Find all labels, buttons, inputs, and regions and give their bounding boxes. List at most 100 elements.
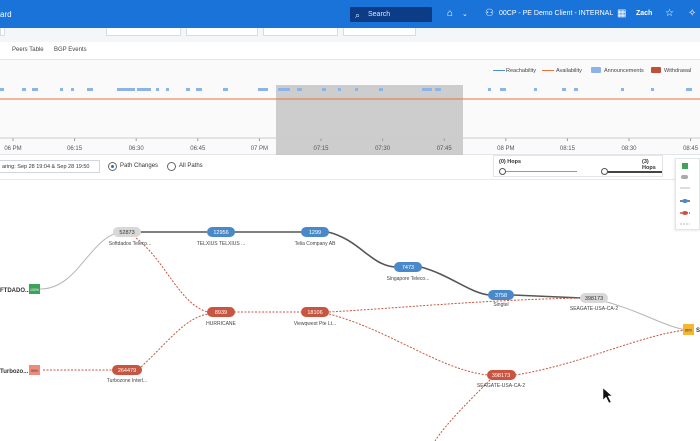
svg-text:SEAGATE-USA-CA-2: SEAGATE-USA-CA-2 bbox=[570, 306, 618, 312]
as-node[interactable]: 398173 SEAGATE-USA-CA-2 bbox=[477, 370, 525, 389]
tab-peers-table[interactable]: Peers Table bbox=[12, 47, 44, 53]
announcement-marker bbox=[186, 88, 190, 91]
legend-node-swatch bbox=[681, 175, 688, 179]
edge-1299-7473 bbox=[327, 231, 396, 268]
graph-edges bbox=[38, 231, 687, 441]
svg-text:HURRICANE: HURRICANE bbox=[206, 321, 236, 327]
org-user-icon: ⚇ bbox=[485, 8, 494, 19]
mouse-cursor-icon bbox=[602, 387, 613, 404]
svg-text:Viewqwest Pte Lt...: Viewqwest Pte Lt... bbox=[294, 321, 336, 327]
legend-source-swatch bbox=[682, 163, 688, 169]
path-changes-label[interactable]: Path Changes bbox=[120, 163, 158, 169]
svg-text:52873: 52873 bbox=[119, 230, 134, 236]
announcement-marker bbox=[379, 88, 383, 91]
source-badge: 100% bbox=[30, 288, 39, 292]
time-tick-label: 07 PM bbox=[251, 146, 268, 152]
svg-text:Singtel: Singtel bbox=[493, 302, 508, 308]
announcement-marker bbox=[137, 88, 151, 91]
svg-text:8939: 8939 bbox=[215, 310, 227, 316]
all-paths-radio[interactable] bbox=[167, 162, 176, 171]
svg-text:Turbozone Interl...: Turbozone Interl... bbox=[107, 378, 147, 384]
announcement-marker bbox=[71, 88, 74, 91]
hops-min-slider-track bbox=[502, 171, 577, 172]
edge-264479-8939 bbox=[140, 313, 209, 368]
announcement-marker bbox=[196, 88, 202, 91]
search-input[interactable]: ⌕ Search bbox=[350, 7, 432, 22]
announcement-marker bbox=[60, 88, 63, 91]
org-selector[interactable]: 00CP - PE Demo Client - INTERNAL bbox=[499, 10, 613, 17]
filter-box[interactable] bbox=[0, 28, 5, 36]
announcement-marker bbox=[621, 88, 624, 91]
time-tick-label: 07:15 bbox=[313, 146, 329, 152]
announcement-marker bbox=[686, 88, 692, 91]
announcement-marker bbox=[355, 88, 358, 91]
search-placeholder: Search bbox=[368, 11, 391, 18]
announcement-marker bbox=[32, 88, 38, 91]
as-node[interactable]: 3758 Singtel bbox=[488, 290, 514, 308]
announcement-marker bbox=[651, 88, 654, 91]
building-icon: ▦ bbox=[617, 8, 627, 19]
time-tick-label: 08 PM bbox=[497, 146, 514, 152]
announcement-marker bbox=[422, 88, 432, 91]
edge-7473-3758 bbox=[420, 266, 490, 296]
top-navigation-bar: ard ⌕ Search ⌂ ⌄ ⚇ 00CP - PE Demo Client… bbox=[0, 0, 700, 28]
announcement-marker bbox=[22, 88, 26, 91]
sparkle-icon[interactable]: ✧ bbox=[688, 8, 696, 19]
user-name[interactable]: Zach bbox=[636, 10, 652, 17]
target-label: S bbox=[696, 328, 700, 334]
svg-text:12956: 12956 bbox=[213, 230, 228, 236]
filter-box[interactable] bbox=[343, 28, 416, 36]
announcement-marker bbox=[562, 88, 566, 91]
star-icon[interactable]: ☆ bbox=[665, 8, 674, 19]
path-changes-radio[interactable] bbox=[108, 162, 117, 171]
announcement-marker bbox=[534, 88, 537, 91]
edge-398173-target bbox=[595, 298, 687, 331]
announcement-marker bbox=[500, 88, 506, 91]
as-node[interactable]: 7473 Singapore Teleco... bbox=[387, 262, 430, 282]
time-selection-window[interactable] bbox=[276, 85, 463, 155]
svg-text:18106: 18106 bbox=[307, 310, 322, 316]
announcement-marker bbox=[297, 88, 302, 91]
filter-box[interactable] bbox=[263, 28, 338, 36]
hops-min-slider-handle[interactable] bbox=[499, 168, 506, 175]
tab-bgp-events[interactable]: BGP Events bbox=[54, 47, 87, 53]
announcement-marker bbox=[435, 88, 441, 91]
svg-text:Telia Company AB: Telia Company AB bbox=[295, 241, 337, 247]
all-paths-label[interactable]: All Paths bbox=[179, 163, 203, 169]
announcement-marker bbox=[117, 88, 135, 91]
announcement-marker bbox=[574, 88, 578, 91]
filter-box[interactable] bbox=[186, 28, 258, 36]
target-badge: 86% bbox=[685, 329, 692, 333]
edge-52873-8939 bbox=[135, 237, 209, 313]
svg-text:3758: 3758 bbox=[495, 293, 507, 299]
as-node[interactable]: 18106 Viewqwest Pte Lt... bbox=[294, 307, 336, 327]
as-node[interactable]: 398173 SEAGATE-USA-CA-2 bbox=[570, 293, 618, 312]
announcement-marker bbox=[322, 88, 326, 91]
filter-box[interactable] bbox=[106, 28, 181, 36]
timeline-chart[interactable]: 06 PM 06:15 06:30 06:45 07 PM 07:15 07:30 07:45… bbox=[0, 60, 700, 155]
brand-title: ard bbox=[0, 10, 12, 19]
svg-text:264479: 264479 bbox=[118, 368, 136, 374]
announcement-marker bbox=[278, 88, 290, 91]
as-node[interactable]: 1299 Telia Company AB bbox=[295, 227, 337, 247]
home-icon[interactable]: ⌂ bbox=[447, 8, 453, 19]
as-node[interactable]: 264479 Turbozone Interl... bbox=[107, 365, 147, 384]
hops-max-slider-handle[interactable] bbox=[601, 168, 608, 175]
as-node[interactable]: 12956 TELXIUS TELXIUS ... bbox=[197, 227, 246, 247]
hops-min-label: (0) Hops bbox=[499, 159, 521, 165]
as-node[interactable]: 8939 HURRICANE bbox=[206, 307, 237, 327]
edge-398173b-target bbox=[514, 329, 687, 376]
search-icon: ⌕ bbox=[355, 10, 361, 20]
bgp-timeline: Reachability Availability Announcements … bbox=[0, 60, 700, 155]
announcement-marker bbox=[166, 88, 169, 91]
chevron-down-icon[interactable]: ⌄ bbox=[462, 10, 468, 18]
hops-filter: (0) Hops (3) Hops bbox=[493, 155, 663, 177]
as-node[interactable]: 52873 Softdados Teleco... bbox=[109, 227, 151, 247]
path-graph[interactable]: FTDADO... 100% Turbozo... 90% 52873 Soft… bbox=[0, 180, 700, 441]
hops-max-label: (3) Hops bbox=[642, 159, 656, 171]
svg-text:398173: 398173 bbox=[492, 373, 510, 379]
source-label: Turbozo... bbox=[0, 369, 29, 375]
svg-text:7473: 7473 bbox=[402, 265, 414, 271]
source-badge: 90% bbox=[31, 369, 38, 373]
svg-text:Softdados Teleco...: Softdados Teleco... bbox=[109, 241, 151, 247]
